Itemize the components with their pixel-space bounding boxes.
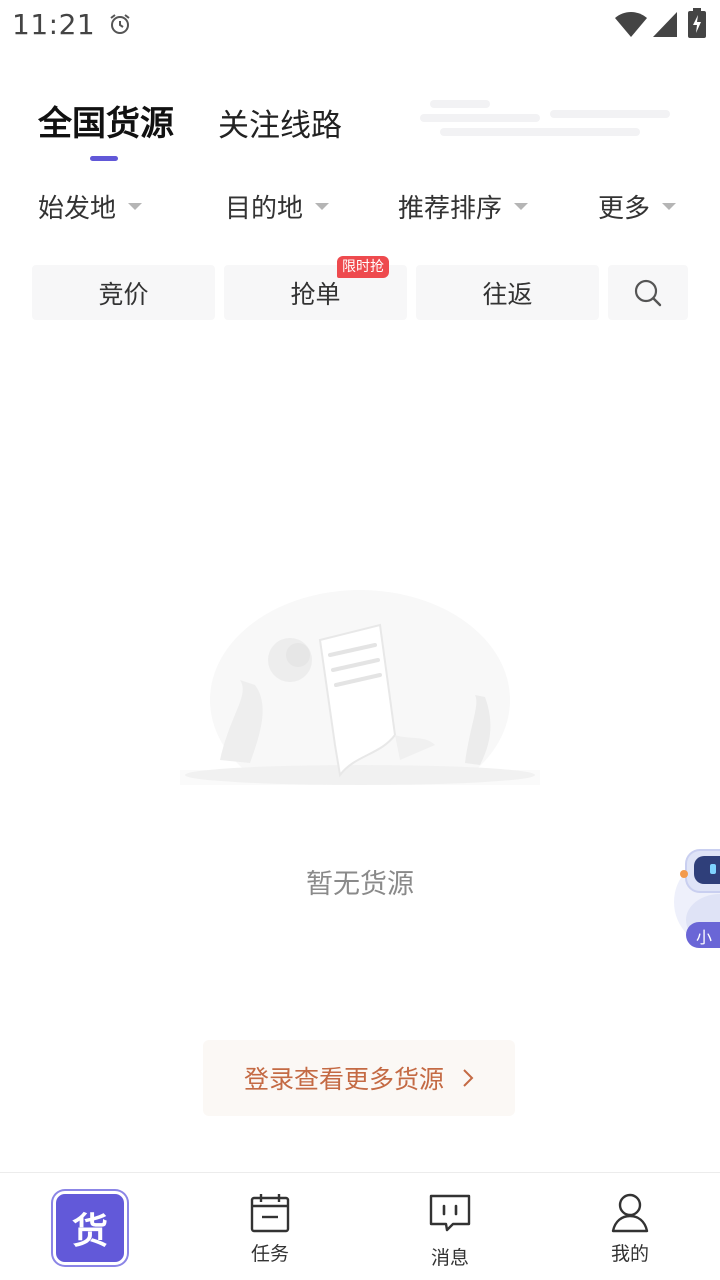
filter-more-label: 更多 — [598, 193, 651, 224]
caret-down-icon — [315, 202, 330, 210]
nav-tasks[interactable]: 任务 — [180, 1173, 360, 1280]
bottom-navigation: 货 任务 消息 我的 — [0, 1172, 720, 1280]
round-trip-label: 往返 — [482, 279, 533, 309]
search-button[interactable] — [608, 265, 688, 320]
header-background-decoration — [420, 96, 680, 144]
search-icon — [634, 279, 662, 306]
bidding-button[interactable]: 竞价 — [32, 265, 215, 320]
filter-sort[interactable]: 推荐排序 — [398, 186, 529, 226]
empty-state-illustration — [180, 590, 540, 785]
cargo-icon: 货 — [53, 1191, 127, 1265]
nav-cargo-label: 货 — [71, 1210, 108, 1252]
nav-profile-label: 我的 — [610, 1243, 649, 1265]
nav-messages-label: 消息 — [430, 1247, 469, 1269]
filter-destination[interactable]: 目的地 — [225, 186, 330, 226]
caret-down-icon — [662, 202, 677, 210]
nav-profile[interactable]: 我的 — [540, 1173, 720, 1280]
assistant-robot-button[interactable]: 小 — [672, 840, 720, 958]
assistant-label: 小 — [696, 928, 713, 947]
wifi-icon — [615, 12, 647, 37]
tab-followed-routes[interactable]: 关注线路 — [218, 100, 342, 145]
status-time: 11:21 — [12, 8, 96, 41]
calendar-icon — [250, 1194, 290, 1233]
filter-origin-label: 始发地 — [38, 193, 117, 224]
person-icon — [611, 1193, 649, 1233]
nav-tasks-label: 任务 — [250, 1243, 289, 1265]
nav-messages[interactable]: 消息 — [360, 1173, 540, 1280]
filter-bar: 始发地 目的地 推荐排序 更多 — [0, 186, 720, 226]
status-bar: 11:21 — [0, 0, 720, 50]
filter-sort-label: 推荐排序 — [398, 193, 503, 224]
filter-destination-label: 目的地 — [225, 193, 304, 224]
round-trip-button[interactable]: 往返 — [416, 265, 599, 320]
login-more-cargo-button[interactable]: 登录查看更多货源 — [203, 1040, 515, 1116]
nav-cargo[interactable]: 货 — [0, 1173, 180, 1280]
alarm-icon — [110, 14, 130, 34]
empty-state-text: 暂无货源 — [306, 869, 414, 900]
quick-actions: 竞价 抢单 限时抢 往返 — [0, 256, 720, 320]
bidding-label: 竞价 — [98, 279, 149, 309]
message-icon — [429, 1194, 471, 1232]
grab-order-button[interactable]: 抢单 限时抢 — [224, 256, 407, 320]
chevron-right-icon — [463, 1069, 474, 1087]
tab-national-cargo[interactable]: 全国货源 — [38, 96, 174, 145]
active-tab-indicator — [90, 156, 118, 161]
limited-time-badge: 限时抢 — [337, 256, 389, 278]
filter-more[interactable]: 更多 — [598, 186, 677, 226]
caret-down-icon — [128, 202, 143, 210]
battery-icon — [688, 8, 706, 38]
signal-icon — [653, 12, 677, 37]
grab-order-label: 抢单 — [290, 279, 341, 309]
caret-down-icon — [514, 202, 529, 210]
login-more-cargo-label: 登录查看更多货源 — [243, 1065, 444, 1094]
filter-origin[interactable]: 始发地 — [38, 186, 143, 226]
